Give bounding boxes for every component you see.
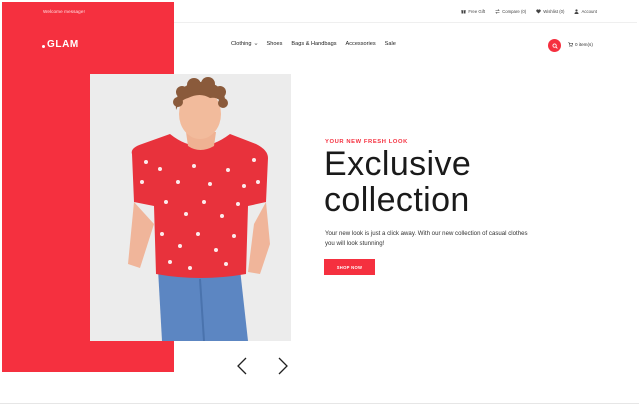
hero-description: Your new look is just a click away. With… <box>325 230 528 247</box>
compare-link[interactable]: Compare (0) <box>495 9 526 14</box>
chevron-left-icon <box>237 357 247 375</box>
account-label: Account <box>581 9 597 14</box>
chevron-right-icon <box>278 357 288 375</box>
free-gift-link[interactable]: Free Gift <box>461 9 485 14</box>
nav-item-label: Shoes <box>266 41 283 47</box>
cart-count: 0 item(s) <box>575 42 593 47</box>
slider-prev-button[interactable] <box>236 357 248 375</box>
nav-item-sale[interactable]: Sale <box>385 41 396 47</box>
utility-links: Free Gift Compare (0) Wishlist (0) Accou… <box>461 9 597 14</box>
nav-item-accessories[interactable]: Accessories <box>346 41 376 47</box>
free-gift-label: Free Gift <box>468 9 486 14</box>
account-link[interactable]: Account <box>574 9 597 14</box>
compare-icon <box>495 9 500 14</box>
hero-product-image <box>90 74 291 341</box>
user-icon <box>574 9 579 14</box>
cart-link[interactable]: 0 item(s) <box>568 42 593 47</box>
logo-text: GLAM <box>47 39 79 50</box>
search-icon <box>551 42 558 49</box>
gift-icon <box>461 10 467 14</box>
model-illustration <box>90 74 291 341</box>
nav-item-shoes[interactable]: Shoes <box>267 41 283 47</box>
heart-icon <box>536 9 541 14</box>
chevron-down-icon <box>254 43 257 45</box>
nav-item-clothing[interactable]: Clothing <box>231 41 258 47</box>
slider-next-button[interactable] <box>277 357 289 375</box>
nav-item-label: Clothing <box>231 41 252 47</box>
cart-icon <box>568 42 573 47</box>
hero-title: Exclusive collection <box>324 146 624 218</box>
wishlist-label: Wishlist (0) <box>543 9 565 14</box>
page: Welcome message! Free Gift Compare (0) W… <box>0 0 639 404</box>
logo-dot <box>42 45 45 48</box>
wishlist-link[interactable]: Wishlist (0) <box>536 9 564 14</box>
hero-title-line2: collection <box>324 181 470 219</box>
hero-title-line1: Exclusive <box>324 145 472 183</box>
topbar-divider <box>174 22 637 23</box>
search-button[interactable] <box>548 39 561 52</box>
nav-item-bags[interactable]: Bags & Handbags <box>291 41 336 47</box>
site-logo[interactable]: GLAM <box>42 39 79 50</box>
nav-item-label: Sale <box>384 41 396 47</box>
nav-item-label: Accessories <box>345 41 376 47</box>
welcome-message: Welcome message! <box>43 9 85 14</box>
main-nav: Clothing Shoes Bags & Handbags Accessori… <box>231 41 396 47</box>
nav-item-label: Bags & Handbags <box>291 41 337 47</box>
compare-label: Compare (0) <box>502 9 527 14</box>
shop-now-button[interactable]: SHOP NOW <box>324 259 375 275</box>
